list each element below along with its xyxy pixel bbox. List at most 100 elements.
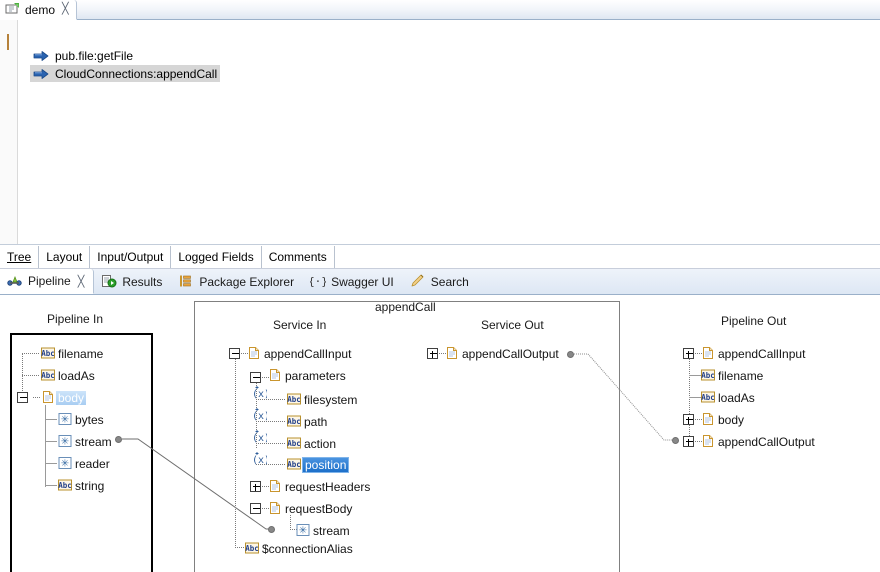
tree-row-label: string <box>75 479 105 493</box>
tree-row[interactable]: body <box>40 389 87 407</box>
document-icon <box>246 346 262 362</box>
invoke-arrow-icon <box>33 68 49 80</box>
tree-row-label: reader <box>75 457 110 471</box>
tree-row[interactable]: Abc string <box>57 477 106 495</box>
tree-row-label: parameters <box>285 369 346 383</box>
tree-row[interactable]: appendCallInput <box>246 345 353 363</box>
svg-text:Abc: Abc <box>41 349 55 358</box>
tree-row[interactable]: Abc position <box>286 456 350 474</box>
tree-row[interactable]: Abc path <box>286 413 329 431</box>
expander-out-appendcallinput[interactable] <box>683 348 694 359</box>
subtab-label: Comments <box>268 250 327 264</box>
subtab-logged-fields[interactable]: Logged Fields <box>171 246 262 268</box>
tree-row[interactable]: Abc action <box>286 435 338 453</box>
expander-appendcalloutput[interactable] <box>427 348 438 359</box>
close-icon[interactable]: ╳ <box>62 4 69 15</box>
subtab-input-output[interactable]: Input/Output <box>90 246 172 268</box>
tree-row-label: stream <box>313 524 350 538</box>
link-endpoint-dot[interactable] <box>115 436 122 443</box>
string-icon: Abc <box>286 436 302 452</box>
svg-text:Abc: Abc <box>58 481 72 490</box>
tree-row-label: filesystem <box>304 393 358 407</box>
expander-body[interactable] <box>17 392 28 403</box>
subtab-comments[interactable]: Comments <box>261 246 335 268</box>
tree-row[interactable]: requestHeaders <box>267 478 372 496</box>
subtab-label: Layout <box>46 250 83 264</box>
link-endpoint-dot[interactable] <box>268 526 275 533</box>
tab-results[interactable]: Results <box>94 269 171 294</box>
subtab-tree[interactable]: Tree <box>0 246 40 268</box>
tab-pipeline[interactable]: Pipeline ╳ <box>0 269 95 294</box>
tree-row-label: stream <box>75 435 112 449</box>
svg-text:Abc: Abc <box>701 393 715 402</box>
tree-row[interactable]: Abc filesystem <box>286 391 359 409</box>
document-icon <box>700 346 716 362</box>
tree-row-label: appendCallOutput <box>718 435 815 449</box>
variable-modifier-icon[interactable]: (x)= <box>252 407 276 422</box>
tree-row-label: appendCallOutput <box>462 347 559 361</box>
tree-row[interactable]: ✳ reader <box>57 455 112 473</box>
tree-row[interactable]: ✳ bytes <box>57 411 106 429</box>
gutter-marker <box>7 34 9 50</box>
tab-label: Results <box>122 274 163 289</box>
tab-swagger-ui[interactable]: {·} Swagger UI <box>303 269 403 294</box>
tree-row-label: filename <box>58 347 104 361</box>
flow-step-appendcall[interactable]: CloudConnections:appendCall <box>30 65 221 82</box>
expander-out-body[interactable] <box>683 414 694 425</box>
tree-row-label: body <box>718 413 745 427</box>
tree-row[interactable]: Abc loadAs <box>40 367 97 385</box>
string-icon: Abc <box>286 457 302 473</box>
document-icon <box>40 390 56 406</box>
tab-search[interactable]: Search <box>403 269 478 294</box>
tree-line <box>689 359 690 440</box>
tab-label: Swagger UI <box>331 274 394 289</box>
tree-row-label: loadAs <box>58 369 95 383</box>
variable-modifier-icon[interactable]: (x)= <box>252 385 276 400</box>
tab-package-explorer[interactable]: Package Explorer <box>171 269 303 294</box>
tree-line <box>45 405 46 487</box>
tree-row[interactable]: Abc filename <box>40 345 105 363</box>
close-icon[interactable]: ╳ <box>78 275 85 288</box>
tree-row[interactable]: parameters <box>267 367 348 385</box>
tree-row[interactable]: appendCallInput <box>700 345 807 363</box>
document-icon <box>267 368 283 384</box>
flow-editor-pane[interactable]: pub.file:getFile CloudConnections:append… <box>0 20 880 245</box>
link-endpoint-dot[interactable] <box>672 437 679 444</box>
subtab-layout[interactable]: Layout <box>39 246 91 268</box>
flow-step-getfile[interactable]: pub.file:getFile <box>30 47 136 64</box>
results-icon <box>101 274 117 290</box>
package-explorer-icon <box>178 274 194 290</box>
tree-row[interactable]: body <box>700 411 746 429</box>
expander-out-appendcalloutput[interactable] <box>683 436 694 447</box>
link-endpoint-dot[interactable] <box>567 351 574 358</box>
tree-row[interactable]: Abc loadAs <box>700 389 757 407</box>
editor-tab-demo[interactable]: demo ╳ <box>0 0 77 20</box>
editor-tab-bar: demo ╳ <box>0 0 880 20</box>
string-icon: Abc <box>700 390 716 406</box>
tree-row[interactable]: requestBody <box>267 500 354 518</box>
expander-requestbody[interactable] <box>250 503 261 514</box>
editor-tab-label: demo <box>25 2 56 17</box>
svg-text:Abc: Abc <box>287 460 301 469</box>
pipeline-mapping-canvas[interactable]: Pipeline In appendCall Service In Servic… <box>0 295 880 572</box>
tree-row-label-selected: position <box>302 457 350 473</box>
tree-row[interactable]: ✳ stream <box>295 522 352 540</box>
tree-row-label: $connectionAlias <box>262 542 353 556</box>
expander-parameters[interactable] <box>250 372 261 383</box>
variable-modifier-icon[interactable]: (x)= <box>252 429 276 444</box>
document-icon <box>700 434 716 450</box>
tree-row[interactable]: Abc $connectionAlias <box>244 540 355 558</box>
tab-label: Pipeline <box>28 274 71 288</box>
string-icon: Abc <box>40 368 56 384</box>
tree-row[interactable]: ✳ stream <box>57 433 114 451</box>
tree-row[interactable]: appendCallOutput <box>700 433 817 451</box>
document-icon <box>700 412 716 428</box>
expander-requestheaders[interactable] <box>250 481 261 492</box>
pipeline-out-title: Pipeline Out <box>721 314 787 328</box>
expander-appendcallinput[interactable] <box>229 348 240 359</box>
tree-line <box>235 359 236 547</box>
object-icon: ✳ <box>57 456 73 472</box>
tree-row[interactable]: appendCallOutput <box>444 345 561 363</box>
tree-row[interactable]: Abc filename <box>700 367 765 385</box>
variable-modifier-icon[interactable]: (x)= <box>252 451 276 466</box>
